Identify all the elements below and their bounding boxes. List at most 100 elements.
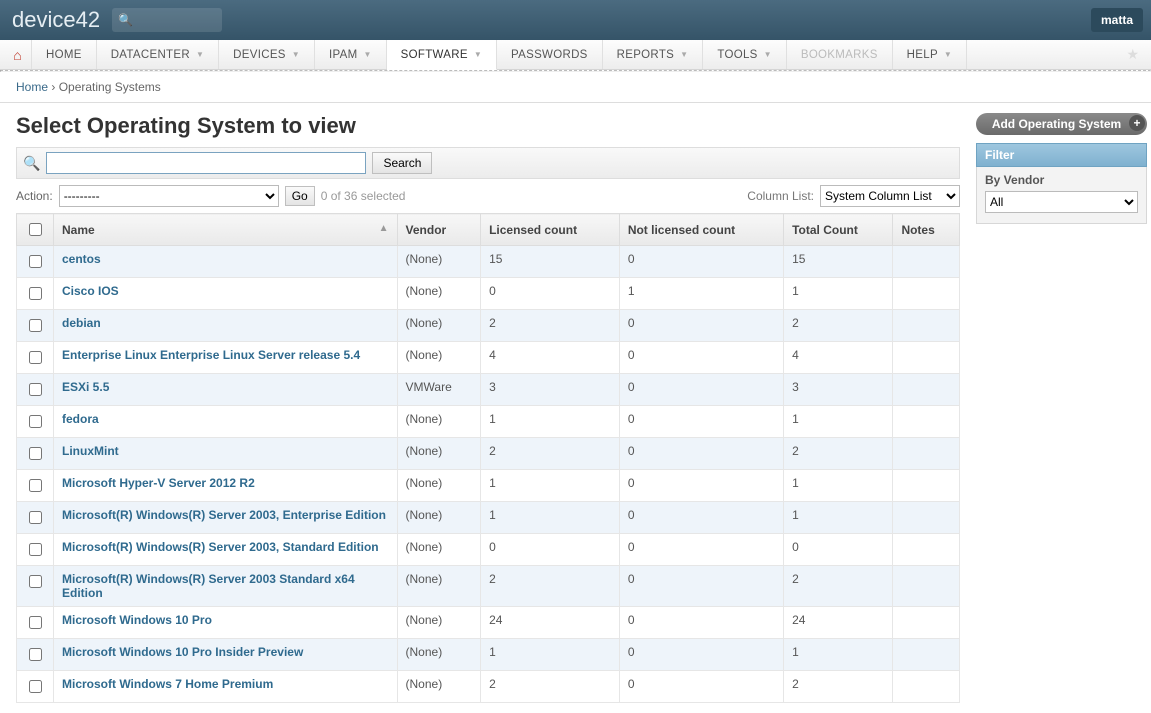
nav-label: IPAM [329,49,357,61]
cell-licensed: 0 [481,278,620,310]
cell-vendor: (None) [397,406,481,438]
add-operating-system-button[interactable]: Add Operating System [976,113,1147,135]
row-checkbox[interactable] [29,415,42,428]
table-row: Microsoft(R) Windows(R) Server 2003, Ent… [17,502,960,534]
row-checkbox[interactable] [29,511,42,524]
row-checkbox[interactable] [29,616,42,629]
row-checkbox[interactable] [29,648,42,661]
cell-vendor: (None) [397,566,481,607]
nav-item-bookmarks: BOOKMARKS [787,40,893,69]
cell-notes [893,534,960,566]
os-name-link[interactable]: Microsoft Windows 7 Home Premium [62,677,273,691]
row-checkbox[interactable] [29,287,42,300]
nav-item-datacenter[interactable]: DATACENTER▼ [97,40,219,69]
row-checkbox[interactable] [29,383,42,396]
table-row: Microsoft Windows 7 Home Premium(None)20… [17,671,960,703]
table-row: Cisco IOS(None)011 [17,278,960,310]
os-name-link[interactable]: LinuxMint [62,444,119,458]
cell-notes [893,438,960,470]
cell-vendor: (None) [397,639,481,671]
os-name-link[interactable]: Microsoft Windows 10 Pro [62,613,212,627]
cell-licensed: 2 [481,310,620,342]
os-name-link[interactable]: Microsoft(R) Windows(R) Server 2003, Ent… [62,508,386,522]
global-search-input[interactable] [137,12,217,29]
sort-asc-icon: ▲ [379,223,389,234]
row-checkbox[interactable] [29,575,42,588]
nav-item-passwords[interactable]: PASSWORDS [497,40,603,69]
go-button[interactable]: Go [285,186,315,206]
cell-not_licensed: 0 [619,566,783,607]
row-checkbox[interactable] [29,447,42,460]
nav-item-reports[interactable]: REPORTS▼ [603,40,704,69]
row-checkbox[interactable] [29,255,42,268]
os-name-link[interactable]: Microsoft(R) Windows(R) Server 2003 Stan… [62,572,355,600]
chevron-down-icon: ▼ [474,50,482,59]
os-name-link[interactable]: debian [62,316,101,330]
nav-item-ipam[interactable]: IPAM▼ [315,40,387,69]
search-button[interactable]: Search [372,152,432,174]
nav-item-help[interactable]: HELP▼ [893,40,967,69]
chevron-down-icon: ▼ [944,50,952,59]
cell-not_licensed: 0 [619,502,783,534]
row-checkbox[interactable] [29,680,42,693]
row-checkbox[interactable] [29,319,42,332]
filter-vendor-select[interactable]: All [985,191,1138,213]
os-name-link[interactable]: Microsoft Hyper-V Server 2012 R2 [62,476,255,490]
cell-total: 1 [784,502,893,534]
col-licensed[interactable]: Licensed count [481,214,620,246]
cell-vendor: (None) [397,607,481,639]
cell-vendor: (None) [397,278,481,310]
column-list-select[interactable]: System Column List [820,185,960,207]
os-name-link[interactable]: Enterprise Linux Enterprise Linux Server… [62,348,360,362]
nav-item-tools[interactable]: TOOLS▼ [703,40,787,69]
col-notes[interactable]: Notes [893,214,960,246]
cell-licensed: 2 [481,438,620,470]
filter-vendor-label: By Vendor [985,173,1138,187]
os-name-link[interactable]: ESXi 5.5 [62,380,109,394]
cell-notes [893,406,960,438]
home-icon[interactable]: ⌂ [4,40,32,69]
col-name[interactable]: Name ▲ [54,214,398,246]
cell-licensed: 15 [481,246,620,278]
col-not-licensed[interactable]: Not licensed count [619,214,783,246]
nav-item-home[interactable]: HOME [32,40,97,69]
os-name-link[interactable]: Microsoft Windows 10 Pro Insider Preview [62,645,303,659]
os-name-link[interactable]: centos [62,252,101,266]
favorite-star-icon[interactable]: ★ [1118,40,1147,69]
cell-vendor: (None) [397,246,481,278]
action-select[interactable]: --------- [59,185,279,207]
nav-item-software[interactable]: SOFTWARE▼ [387,40,497,70]
topbar: device42 🔍 matta [0,0,1151,40]
nav-label: HOME [46,49,82,61]
row-checkbox[interactable] [29,351,42,364]
table-search-input[interactable] [46,152,366,174]
select-all-checkbox[interactable] [29,223,42,236]
os-name-link[interactable]: Microsoft(R) Windows(R) Server 2003, Sta… [62,540,379,554]
os-name-link[interactable]: fedora [62,412,99,426]
cell-licensed: 1 [481,639,620,671]
col-total[interactable]: Total Count [784,214,893,246]
cell-total: 3 [784,374,893,406]
breadcrumb-home[interactable]: Home [16,80,48,94]
table-row: centos(None)15015 [17,246,960,278]
table-row: Microsoft(R) Windows(R) Server 2003, Sta… [17,534,960,566]
nav-item-devices[interactable]: DEVICES▼ [219,40,315,69]
cell-total: 2 [784,310,893,342]
cell-total: 15 [784,246,893,278]
user-menu[interactable]: matta [1091,8,1143,32]
cell-notes [893,671,960,703]
cell-vendor: VMWare [397,374,481,406]
row-checkbox[interactable] [29,479,42,492]
os-name-link[interactable]: Cisco IOS [62,284,119,298]
cell-licensed: 24 [481,607,620,639]
table-row: debian(None)202 [17,310,960,342]
cell-notes [893,278,960,310]
nav-label: TOOLS [717,49,757,61]
table-row: LinuxMint(None)202 [17,438,960,470]
cell-not_licensed: 0 [619,310,783,342]
col-vendor[interactable]: Vendor [397,214,481,246]
row-checkbox[interactable] [29,543,42,556]
breadcrumb: Home › Operating Systems [0,72,1151,103]
global-search[interactable]: 🔍 [112,8,222,32]
cell-total: 2 [784,671,893,703]
